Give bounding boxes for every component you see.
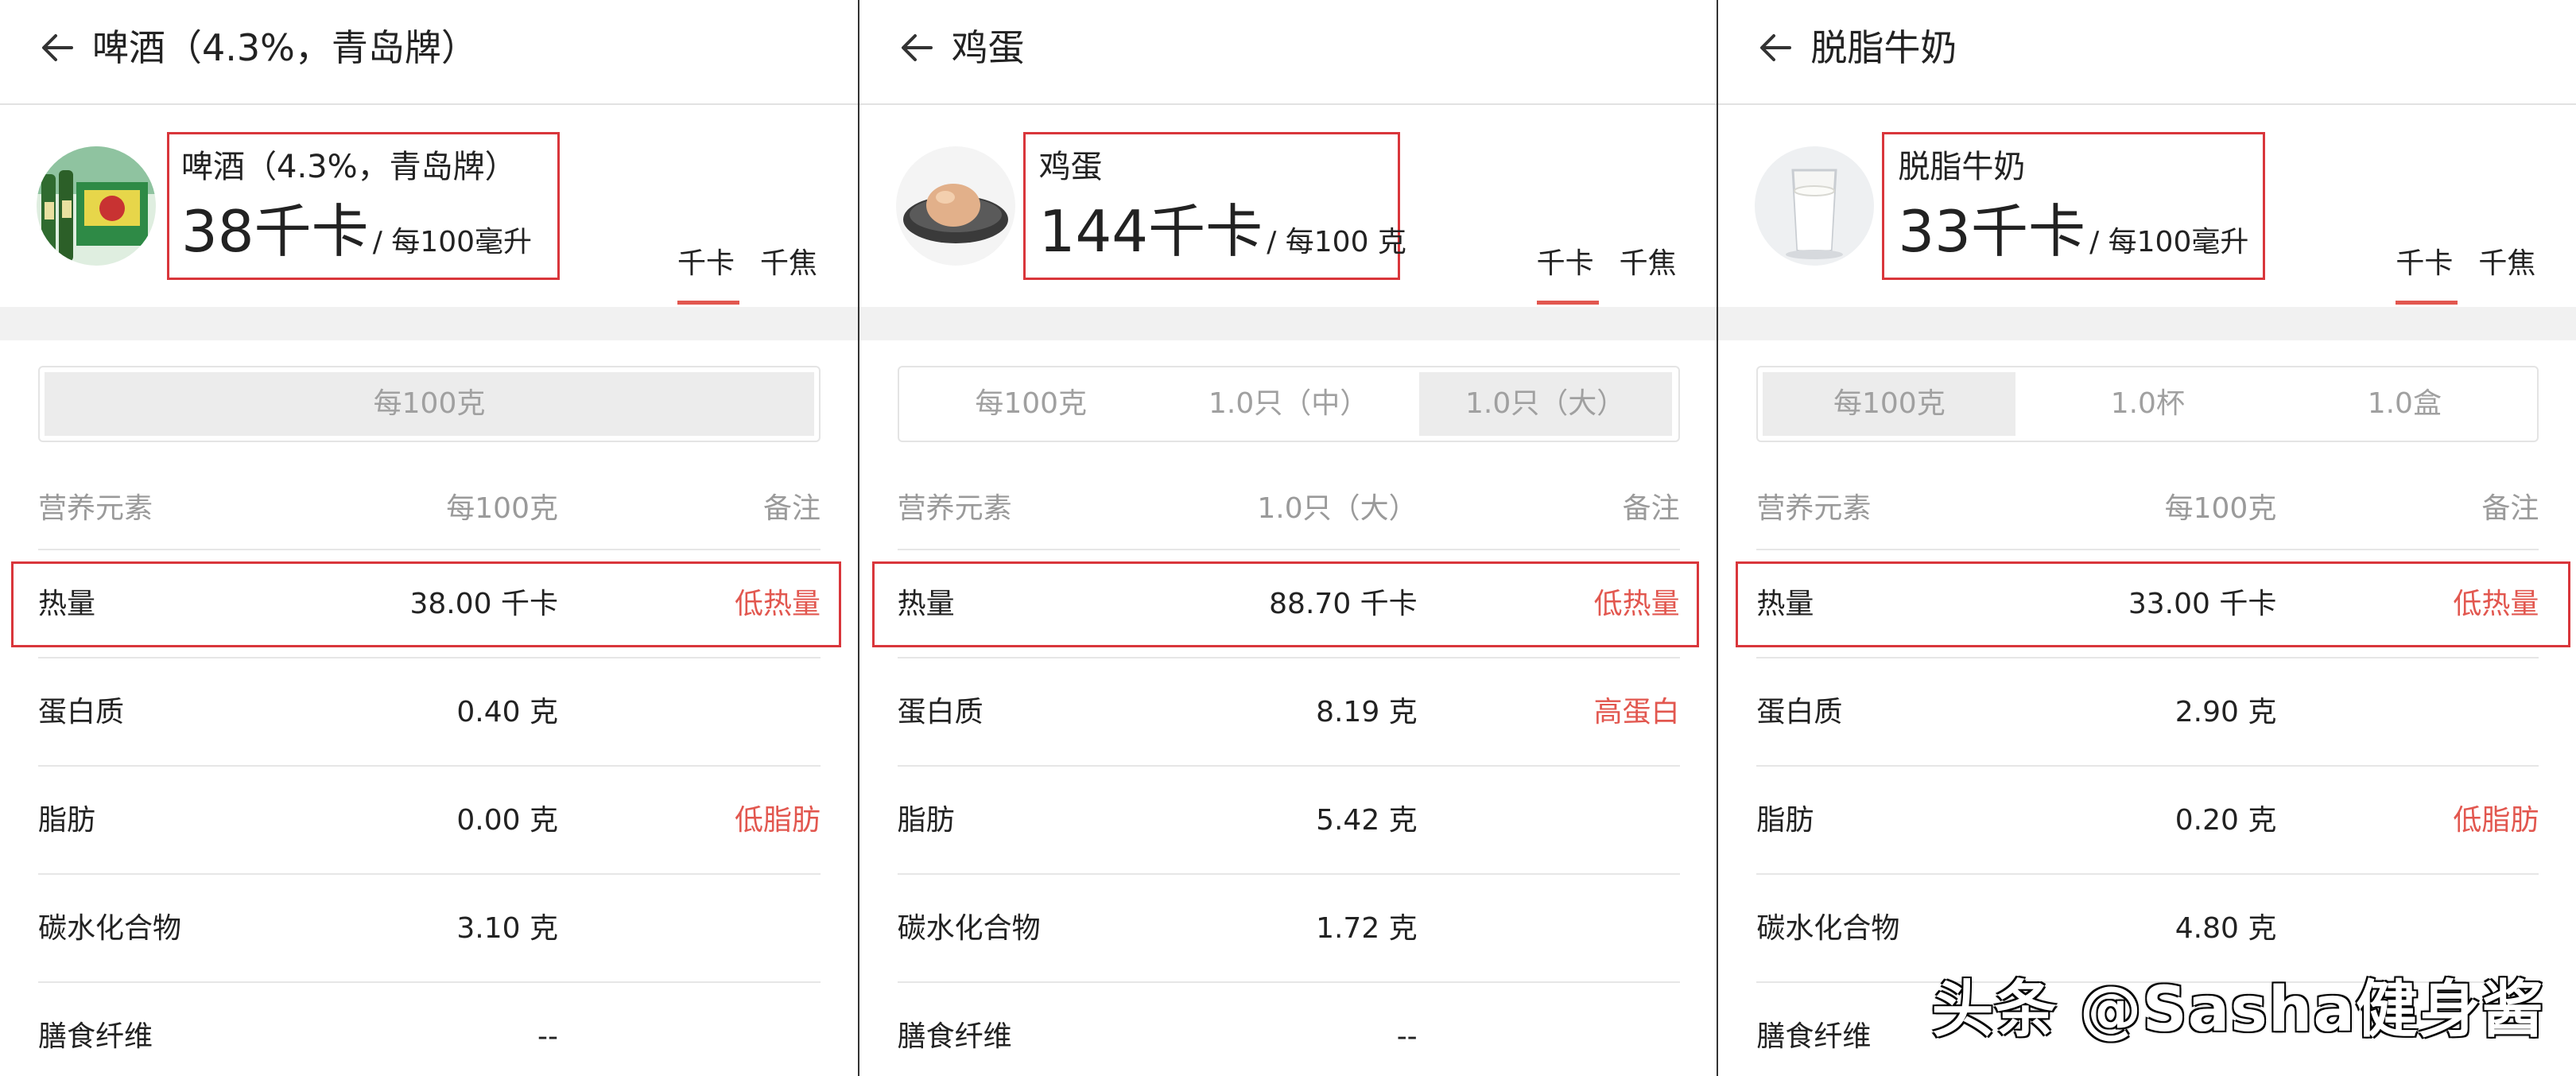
nutrient-name: 膳食纤维 [1756, 1020, 1872, 1053]
serving-selector: 每100克 1.0只（中） 1.0只（大） [897, 366, 1680, 442]
serving-option[interactable]: 1.0只（中） [1162, 372, 1416, 436]
section-divider [0, 307, 858, 340]
page-title: 啤酒（4.3%，青岛牌） [92, 26, 478, 69]
nutrient-value: 8.19 克 [1316, 696, 1418, 728]
header-name: 营养元素 [38, 492, 153, 525]
table-row: 蛋白质 2.90 克 [1756, 657, 2539, 765]
nutrient-note: 高蛋白 [1593, 696, 1680, 728]
top-bar: 啤酒（4.3%，青岛牌） [0, 0, 858, 105]
table-row: 蛋白质 0.40 克 [38, 657, 821, 765]
tab-underline [677, 301, 739, 305]
tab-underline [1536, 301, 1599, 305]
milk-image [1755, 146, 1875, 266]
nutrient-name: 脂肪 [38, 804, 96, 837]
screens: 啤酒（4.3%，青岛牌） 啤酒（4.3%，青岛牌） 38千卡 / 每100毫升 … [0, 0, 2576, 1076]
serving-selector: 每100克 [38, 366, 821, 442]
beer-image [37, 146, 156, 266]
tab-kj[interactable]: 千焦 [2478, 240, 2535, 282]
nutrient-name: 膳食纤维 [897, 1020, 1012, 1053]
nutrient-value: -- [537, 1020, 558, 1053]
nutrient-note: 低脂肪 [2453, 804, 2539, 837]
nutrient-value: 0.20 克 [2174, 804, 2277, 837]
calorie-row-highlight [1736, 561, 2571, 647]
tab-kj[interactable]: 千焦 [1620, 240, 1677, 282]
table-row: 脂肪 0.00 克 低脂肪 [38, 765, 821, 873]
nutrient-value: 2.90 克 [2174, 696, 2277, 728]
calorie-line: 33千卡 / 每100毫升 [1898, 196, 2248, 267]
panel-skim-milk: 脱脂牛奶 脱脂牛奶 33千卡 / 每100毫升 千卡 千焦 每100克 1.0杯… [1718, 0, 2576, 1076]
back-arrow-icon[interactable] [37, 27, 78, 68]
page-title: 鸡蛋 [951, 26, 1025, 69]
panel-beer: 啤酒（4.3%，青岛牌） 啤酒（4.3%，青岛牌） 38千卡 / 每100毫升 … [0, 0, 858, 1076]
calorie-row-highlight [871, 561, 1699, 647]
nutrient-name: 膳食纤维 [38, 1020, 153, 1053]
nutrient-value: 1.72 克 [1316, 912, 1418, 945]
nutrient-value: 0.40 克 [456, 696, 558, 728]
watermark: 头条 @Sasha健身酱 [1931, 974, 2545, 1046]
panel-egg: 鸡蛋 鸡蛋 144千卡 / 每100 克 千卡 千焦 每100克 1.0只（中）… [859, 0, 1717, 1076]
calorie-line: 144千卡 / 每100 克 [1039, 196, 1406, 267]
nutrient-value: 0.00 克 [456, 804, 558, 837]
table-row: 碳水化合物 1.72 克 [897, 873, 1680, 981]
nutrient-value: 4.80 克 [2174, 912, 2277, 945]
calorie-value: 33千卡 [1898, 198, 2085, 265]
header-note: 备注 [1622, 492, 1680, 525]
table-row: 蛋白质 8.19 克 高蛋白 [897, 657, 1680, 765]
nutrient-name: 碳水化合物 [38, 912, 182, 945]
header-value: 每100克 [446, 492, 558, 525]
nutrient-note: 低脂肪 [734, 804, 821, 837]
section-divider [1718, 307, 2576, 340]
table-row: 膳食纤维 -- [38, 981, 821, 1076]
calorie-value: 38千卡 [181, 198, 369, 265]
per-unit: / 每100毫升 [2089, 226, 2249, 258]
table-row: 脂肪 5.42 克 [897, 765, 1680, 873]
header-note: 备注 [2481, 492, 2539, 525]
calorie-row-highlight [11, 561, 841, 647]
nutrient-name: 脂肪 [1756, 804, 1814, 837]
serving-option-selected[interactable]: 每100克 [1763, 372, 2016, 436]
serving-option[interactable]: 每100克 [45, 372, 814, 436]
egg-image [895, 146, 1015, 266]
tab-kcal[interactable]: 千卡 [677, 240, 735, 282]
food-name: 脱脂牛奶 [1898, 149, 2026, 185]
header-name: 营养元素 [897, 492, 1012, 525]
header-note: 备注 [762, 492, 821, 525]
calorie-value: 144千卡 [1038, 198, 1263, 265]
nutrient-name: 脂肪 [897, 804, 955, 837]
food-name: 啤酒（4.3%，青岛牌） [181, 149, 517, 185]
per-unit: / 每100 克 [1267, 226, 1406, 258]
table-row: 碳水化合物 3.10 克 [38, 873, 821, 981]
header-value: 1.0只（大） [1257, 492, 1418, 525]
nutrient-value: -- [1396, 1020, 1418, 1053]
serving-option[interactable]: 1.0盒 [2278, 372, 2531, 436]
tab-underline [2396, 301, 2458, 305]
nutrient-name: 蛋白质 [897, 696, 983, 728]
header-name: 营养元素 [1756, 492, 1872, 525]
tab-kcal[interactable]: 千卡 [1537, 240, 1594, 282]
page-title: 脱脂牛奶 [1810, 26, 1957, 69]
serving-option[interactable]: 1.0杯 [2020, 372, 2275, 436]
back-arrow-icon[interactable] [896, 27, 937, 68]
top-bar: 鸡蛋 [859, 0, 1717, 105]
table-row: 脂肪 0.20 克 低脂肪 [1756, 765, 2539, 873]
tab-kj[interactable]: 千焦 [760, 240, 817, 282]
nutrient-value: 5.42 克 [1316, 804, 1418, 837]
nutrient-name: 碳水化合物 [897, 912, 1041, 945]
calorie-line: 38千卡 / 每100毫升 [181, 196, 532, 267]
tab-kcal[interactable]: 千卡 [2396, 240, 2453, 282]
header-value: 每100克 [2164, 492, 2277, 525]
per-unit: / 每100毫升 [372, 226, 533, 258]
serving-selector: 每100克 1.0杯 1.0盒 [1756, 366, 2539, 442]
nutrient-name: 碳水化合物 [1756, 912, 1900, 945]
serving-option-selected[interactable]: 1.0只（大） [1418, 372, 1672, 436]
top-bar: 脱脂牛奶 [1718, 0, 2576, 105]
nutrient-name: 蛋白质 [38, 696, 125, 728]
back-arrow-icon[interactable] [1755, 27, 1796, 68]
serving-option[interactable]: 每100克 [904, 372, 1158, 436]
nutrient-value: 3.10 克 [456, 912, 558, 945]
food-name: 鸡蛋 [1038, 149, 1103, 185]
table-row: 膳食纤维 -- [897, 981, 1680, 1076]
nutrient-name: 蛋白质 [1756, 696, 1843, 728]
section-divider [859, 307, 1717, 340]
